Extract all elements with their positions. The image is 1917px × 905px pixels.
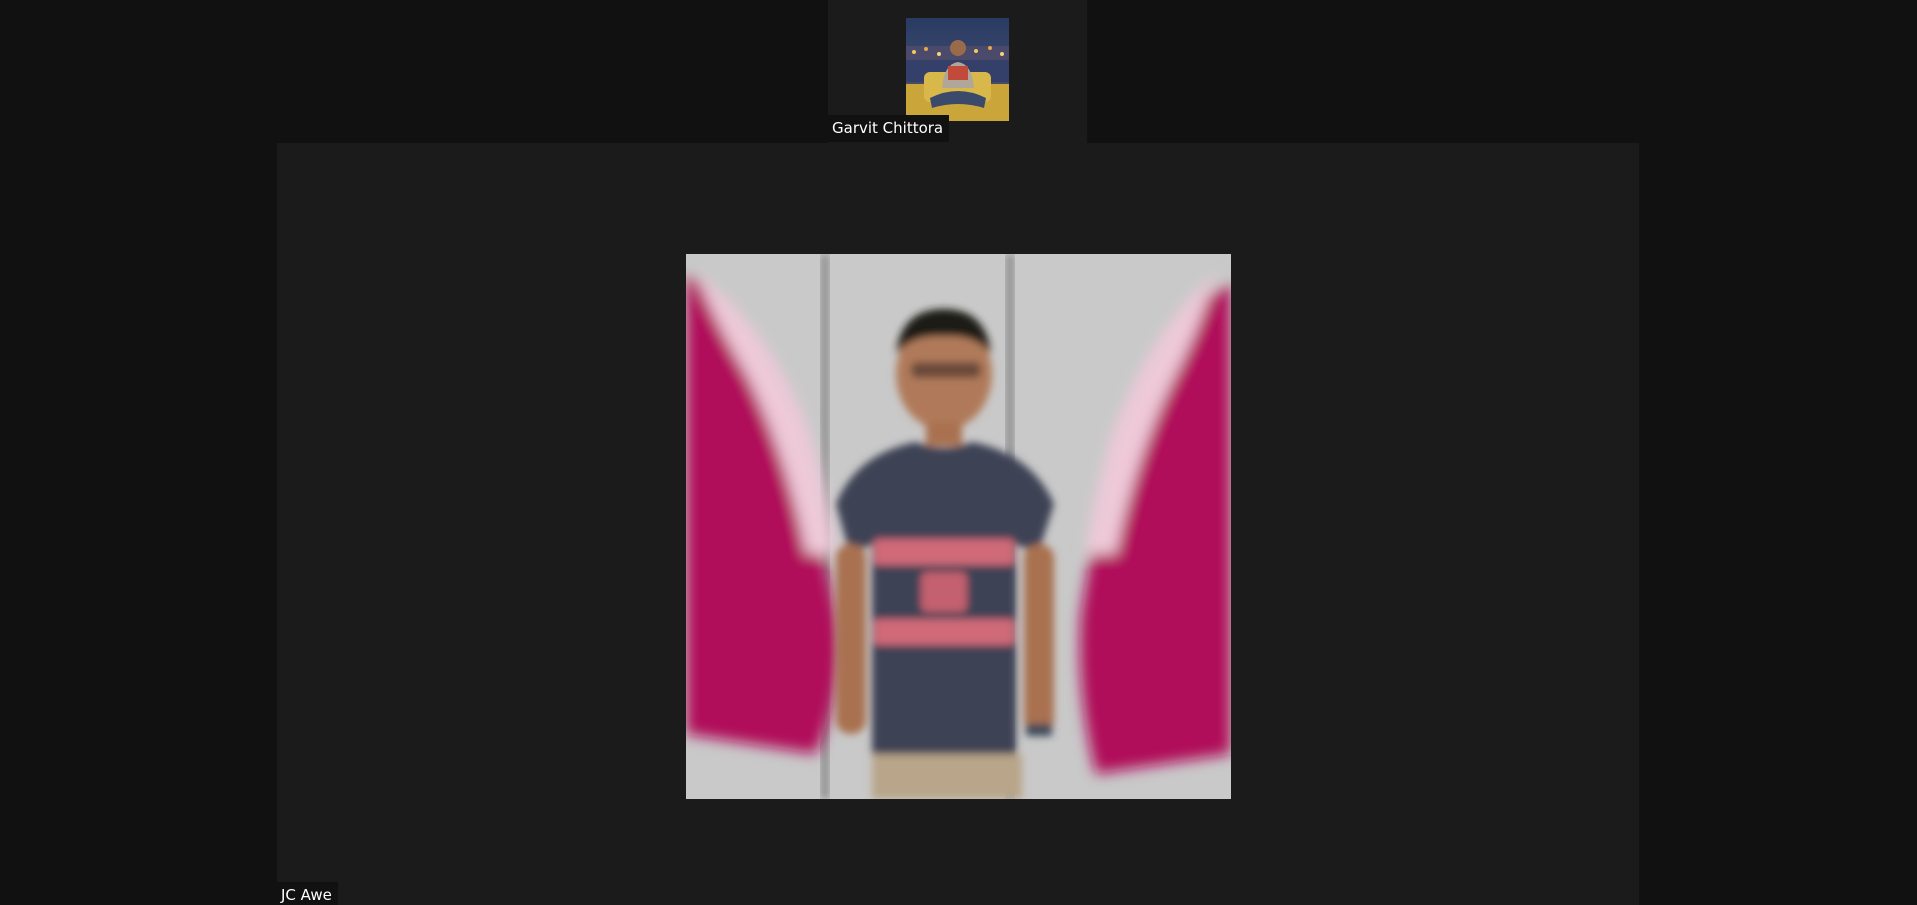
participant-photo-art — [906, 18, 1009, 121]
participant-tile-thumbnail[interactable]: Garvit Chittora — [828, 0, 1087, 143]
participant-name-label: JC Awe — [277, 882, 338, 905]
participant-photo-icon — [906, 18, 1009, 121]
participant-tile-active-speaker[interactable]: JC Awe — [277, 143, 1639, 905]
participant-photo-art — [686, 254, 1231, 799]
participant-photo-icon — [686, 254, 1231, 799]
video-call-stage: Garvit Chittora JC Awe — [0, 0, 1917, 905]
participant-name-label: Garvit Chittora — [828, 115, 950, 142]
